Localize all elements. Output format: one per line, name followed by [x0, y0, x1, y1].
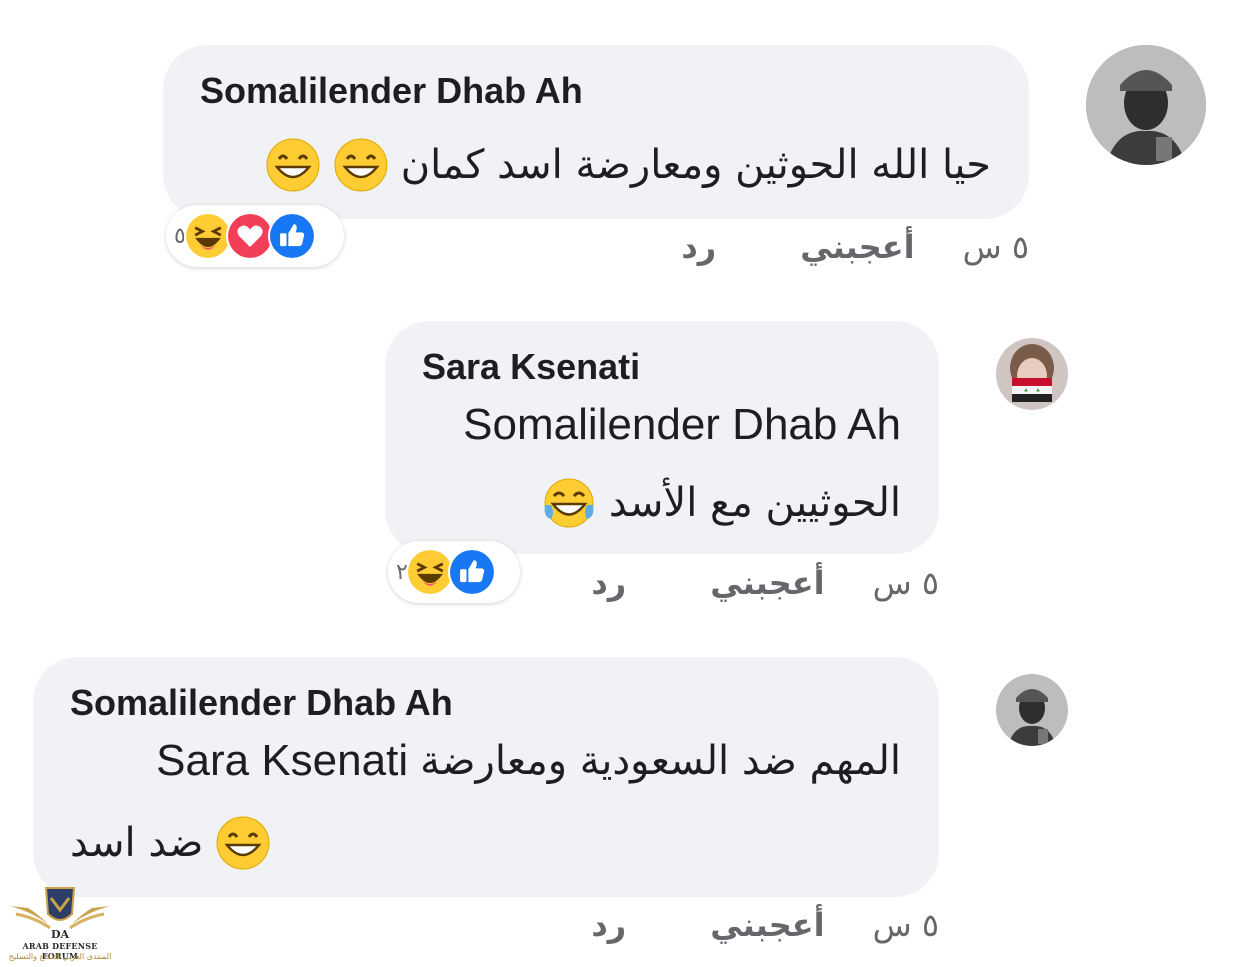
- reactions-summary[interactable]: ٢: [388, 541, 520, 603]
- grinning-face-emoji: [215, 815, 271, 871]
- svg-text:DA: DA: [51, 928, 70, 940]
- comment-text: الحوثيين مع الأسد: [608, 480, 901, 526]
- commenter-avatar[interactable]: [996, 674, 1068, 746]
- reply-button[interactable]: رد: [591, 906, 626, 944]
- grinning-face-emoji: [265, 137, 321, 193]
- woman-flag-avatar: [996, 338, 1068, 410]
- comment-timestamp[interactable]: ٥ س: [963, 228, 1029, 266]
- comment-timestamp[interactable]: ٥ س: [873, 564, 939, 602]
- comment-actions: ٥ س أعجبني رد: [591, 564, 939, 602]
- mentioned-user[interactable]: Somalilender Dhab Ah: [463, 401, 901, 449]
- comment-actions: ٥ س أعجبني رد: [681, 228, 1029, 266]
- comment-author-name[interactable]: Somalilender Dhab Ah: [200, 71, 583, 111]
- reply-button[interactable]: رد: [591, 564, 626, 602]
- like-button[interactable]: أعجبني: [710, 906, 824, 944]
- like-reaction-icon: [267, 212, 316, 260]
- comment-text-line: حيا الله الحوثين ومعارضة اسد كمان: [265, 137, 991, 193]
- comment-timestamp[interactable]: ٥ س: [873, 906, 939, 944]
- arab-defense-forum-logo: DA: [10, 887, 110, 940]
- haha-reaction-icon: [183, 212, 232, 260]
- soldier-photo-avatar: [1086, 45, 1206, 165]
- comment-text-line: المهم ضد السعودية ومعارضة Sara Ksenati: [156, 737, 901, 785]
- comment-bubble: Somalilender Dhab Ah المهم ضد السعودية و…: [33, 657, 939, 897]
- comment-text: ضد اسد: [70, 820, 204, 866]
- mentioned-user[interactable]: Sara Ksenati: [156, 737, 408, 785]
- comment-actions: ٥ س أعجبني رد: [591, 906, 939, 944]
- tears-of-joy-emoji: [541, 475, 597, 531]
- comment-text-line: ضد اسد: [70, 815, 271, 871]
- forum-watermark: DA ARAB DEFENSE FORUM المنتدى العربي للد…: [8, 884, 112, 966]
- haha-reaction-icon: [405, 548, 454, 596]
- comment-text: المهم ضد السعودية ومعارضة: [420, 738, 901, 784]
- commenter-avatar[interactable]: [1086, 45, 1206, 165]
- reactions-summary[interactable]: ٥: [166, 205, 344, 267]
- soldier-photo-avatar: [996, 674, 1068, 746]
- comment-author-name[interactable]: Sara Ksenati: [422, 347, 640, 387]
- comment-text-line: الحوثيين مع الأسد: [541, 475, 901, 531]
- comment-author-name[interactable]: Somalilender Dhab Ah: [70, 683, 453, 723]
- like-reaction-icon: [447, 548, 496, 596]
- grinning-face-emoji: [333, 137, 389, 193]
- mention-tag[interactable]: Somalilender Dhab Ah: [463, 401, 901, 449]
- commenter-avatar[interactable]: [996, 338, 1068, 410]
- comment-bubble: Sara Ksenati Somalilender Dhab Ah الحوثي…: [385, 321, 939, 554]
- like-button[interactable]: أعجبني: [710, 564, 824, 602]
- love-reaction-icon: [225, 212, 274, 260]
- comment-bubble: Somalilender Dhab Ah حيا الله الحوثين وم…: [163, 45, 1029, 219]
- like-button[interactable]: أعجبني: [800, 228, 914, 266]
- comment-text: حيا الله الحوثين ومعارضة اسد كمان: [400, 142, 991, 188]
- watermark-subtitle: المنتدى العربي للدفاع والتسليح: [8, 952, 112, 961]
- reply-button[interactable]: رد: [681, 228, 716, 266]
